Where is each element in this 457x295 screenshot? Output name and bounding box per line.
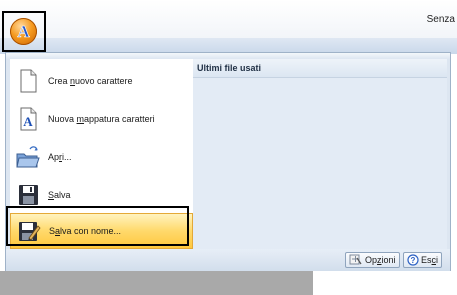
svg-text:A: A	[23, 114, 33, 129]
options-icon	[349, 254, 362, 265]
menu-item-open[interactable]: Apri...	[10, 139, 193, 175]
svg-text:A: A	[17, 22, 30, 41]
application-logo-icon: A	[17, 22, 31, 42]
options-label: Opzioni	[365, 255, 396, 265]
character-map-icon: A	[20, 107, 37, 131]
menu-item-label: Apri...	[48, 152, 72, 162]
recent-files-header: Ultimi file usati	[193, 59, 447, 78]
application-button[interactable]: A	[10, 18, 37, 45]
svg-text:?: ?	[411, 256, 416, 265]
menu-item-label: Salva	[48, 190, 71, 200]
menu-item-new-character[interactable]: Crea nuovo carattere	[10, 63, 193, 99]
recent-files-panel: Ultimi file usati	[193, 59, 447, 249]
save-as-highlight	[6, 206, 189, 246]
exit-button[interactable]: ? Esci	[403, 252, 443, 268]
exit-label: Esci	[421, 255, 439, 265]
workspace-gray-area	[0, 271, 313, 295]
window-title: Senza	[426, 14, 455, 25]
open-folder-icon	[16, 146, 40, 168]
menu-item-label: Crea nuovo carattere	[48, 76, 133, 86]
menu-footer: Opzioni ? Esci	[6, 249, 450, 271]
save-icon	[19, 185, 38, 205]
menu-item-label: Nuova mappatura caratteri	[48, 114, 155, 124]
recent-files-title: Ultimi file usati	[197, 63, 262, 73]
options-button[interactable]: Opzioni	[345, 252, 400, 268]
new-document-icon	[20, 69, 37, 93]
title-bar: Senza	[0, 0, 457, 38]
menu-item-new-character-map[interactable]: A Nuova mappatura caratteri	[10, 101, 193, 137]
help-icon: ?	[407, 254, 419, 266]
